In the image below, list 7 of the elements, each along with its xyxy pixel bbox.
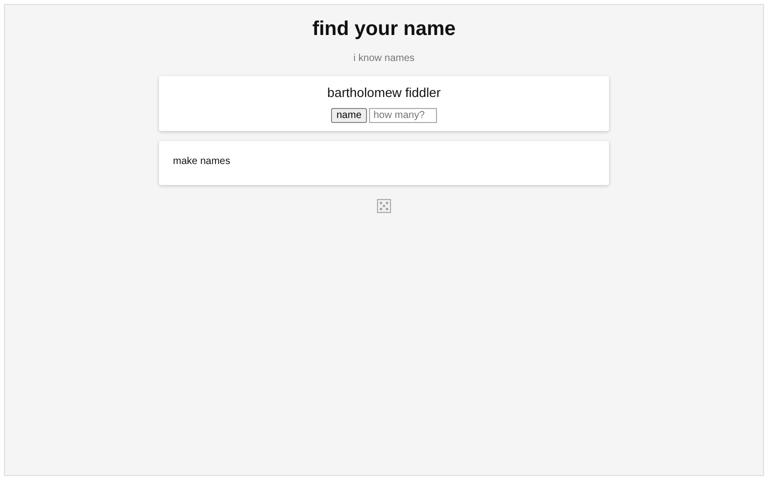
make-names-label: make names — [173, 156, 230, 167]
count-field[interactable]: how many? — [368, 108, 436, 123]
generated-name: bartholomew fiddler — [327, 85, 441, 100]
name-button[interactable]: name — [331, 108, 366, 123]
page-title: find your name — [312, 18, 456, 41]
dice-icon[interactable] — [377, 199, 391, 213]
page-subtitle: i know names — [353, 53, 415, 64]
